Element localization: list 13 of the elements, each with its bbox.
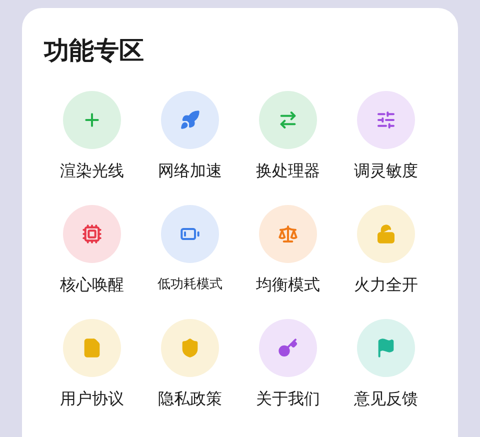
feature-label: 均衡模式 [256,275,320,295]
feature-label: 调灵敏度 [354,161,418,181]
feature-label: 关于我们 [256,389,320,409]
feature-label: 渲染光线 [60,161,124,181]
feature-label: 低功耗模式 [158,276,222,294]
feature-label: 核心唤醒 [60,275,124,295]
section-title: 功能专区 [44,35,144,67]
feature-label: 用户协议 [60,389,124,409]
feature-label: 隐私政策 [158,389,222,409]
feature-label: 网络加速 [158,161,222,181]
feature-label: 换处理器 [256,161,320,181]
feature-label: 火力全开 [354,275,418,295]
feature-label: 意见反馈 [354,389,418,409]
